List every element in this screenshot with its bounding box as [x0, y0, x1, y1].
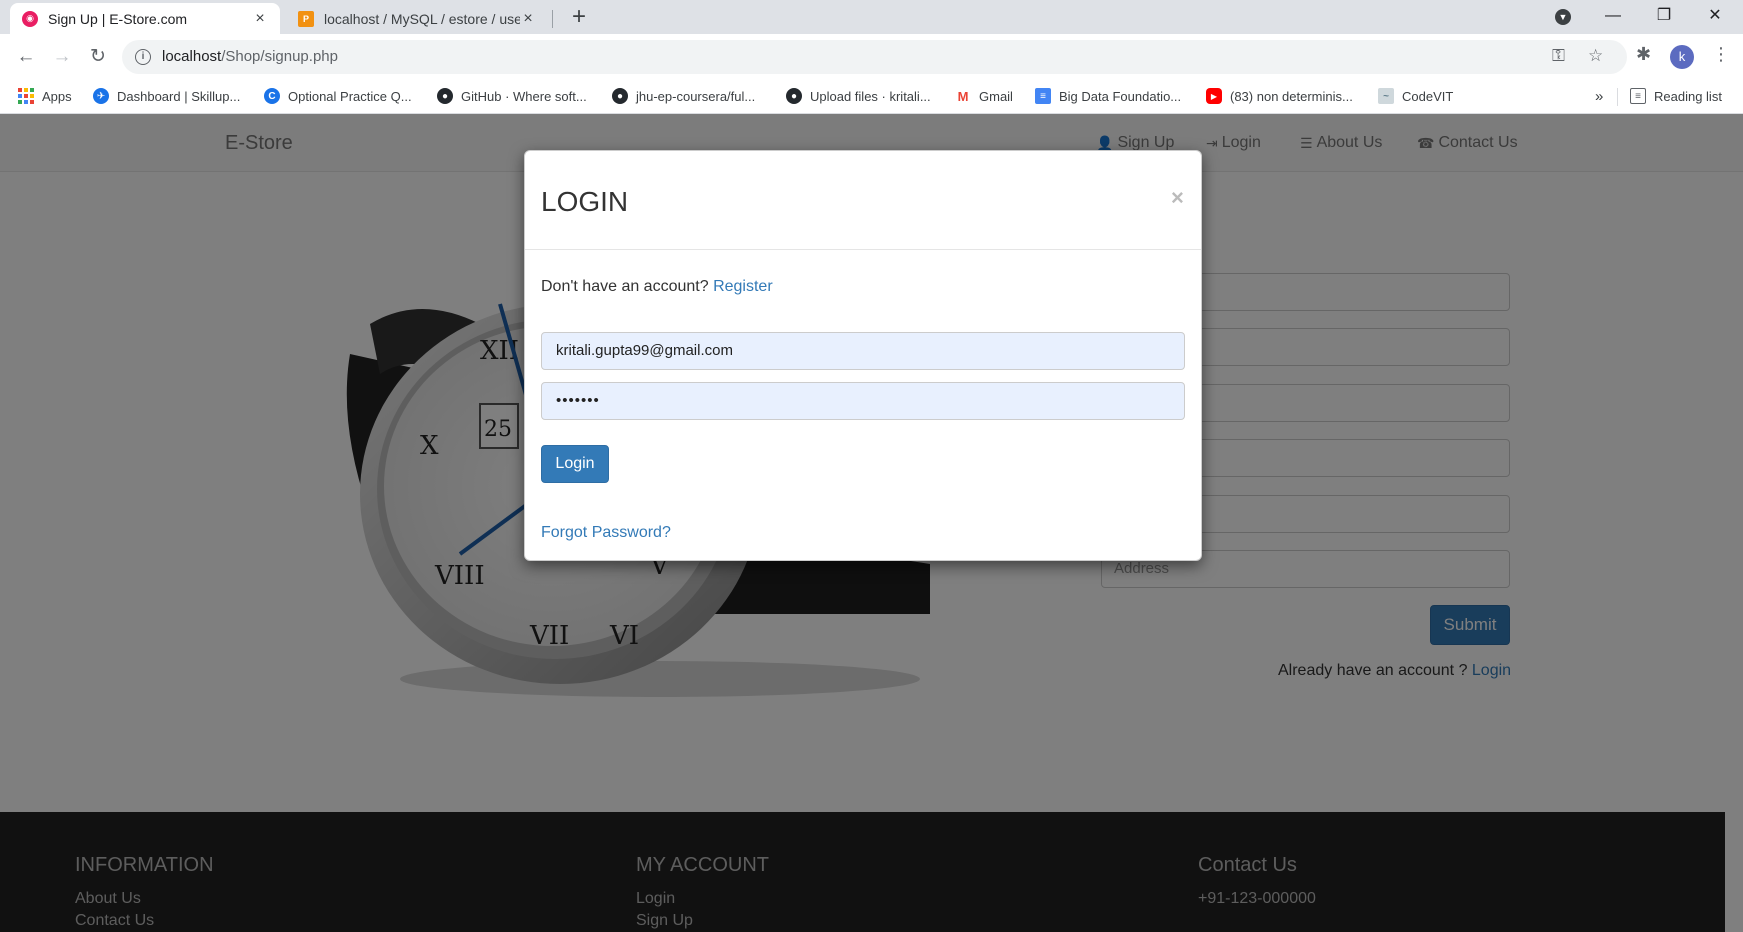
more-bookmarks-button[interactable]: »	[1595, 88, 1603, 105]
bookmarks-bar: Apps ✈ Dashboard | Skillup... C Optional…	[0, 80, 1743, 114]
youtube-icon: ▶	[1206, 88, 1222, 104]
bookmark-label: Dashboard | Skillup...	[117, 88, 241, 104]
close-tab-icon[interactable]: ×	[252, 10, 268, 28]
bookmark-label: Optional Practice Q...	[288, 88, 412, 104]
github-icon: ●	[437, 88, 453, 104]
tab-search-icon[interactable]: ▼	[1540, 0, 1586, 34]
url-text: localhost/Shop/signup.php	[162, 48, 338, 65]
login-modal: LOGIN × Don't have an account? Register …	[524, 150, 1202, 561]
password-field[interactable]: •••••••	[541, 382, 1185, 420]
skillup-icon: ✈	[93, 88, 109, 104]
site-info-icon[interactable]: i	[135, 49, 151, 65]
bookmark-jhu[interactable]: ● jhu-ep-coursera/ful...	[612, 88, 755, 104]
minimize-button[interactable]: —	[1590, 0, 1636, 34]
browser-tab-bar: ◉ Sign Up | E-Store.com × P localhost / …	[0, 0, 1743, 34]
forward-button[interactable]: →	[48, 43, 76, 71]
bookmarks-divider	[1617, 88, 1618, 106]
bookmark-label: GitHub · Where soft...	[461, 88, 587, 104]
browser-toolbar: ← → ↻ i localhost/Shop/signup.php ⚿ ☆ ✱ …	[0, 34, 1743, 80]
bookmark-label: jhu-ep-coursera/ful...	[636, 88, 756, 104]
reading-list-button[interactable]: ≡ Reading list	[1630, 88, 1722, 104]
phpmyadmin-favicon-icon: P	[298, 10, 314, 27]
email-value: kritali.gupta99@gmail.com	[556, 342, 733, 359]
bookmark-bigdata[interactable]: ≡ Big Data Foundatio...	[1035, 88, 1181, 104]
bookmark-practice[interactable]: C Optional Practice Q...	[264, 88, 412, 104]
bookmark-label: Upload files · kritali...	[810, 88, 931, 104]
bookmark-star-icon[interactable]: ☆	[1588, 46, 1603, 66]
reading-list-label: Reading list	[1654, 88, 1722, 104]
new-tab-button[interactable]: +	[566, 4, 592, 30]
modal-title: LOGIN	[541, 186, 629, 217]
login-button[interactable]: Login	[541, 445, 609, 483]
bookmark-codevit[interactable]: ~ CodeVIT	[1378, 88, 1453, 104]
modal-header: LOGIN ×	[525, 151, 1201, 250]
codevit-icon: ~	[1378, 88, 1394, 104]
gmail-icon: M	[955, 88, 971, 104]
github-icon: ●	[786, 88, 802, 104]
bookmark-apps[interactable]: Apps	[18, 88, 72, 104]
bookmark-label: Apps	[42, 88, 72, 104]
bookmark-github[interactable]: ● GitHub · Where soft...	[437, 88, 587, 104]
github-icon: ●	[612, 88, 628, 104]
tab-title: localhost / MySQL / estore / user	[324, 10, 520, 27]
password-key-icon[interactable]: ⚿	[1552, 46, 1565, 66]
url-host: localhost	[162, 48, 222, 65]
forgot-password-link[interactable]: Forgot Password?	[541, 524, 671, 542]
bookmark-label: (83) non determinis...	[1230, 88, 1353, 104]
bookmark-youtube[interactable]: ▶ (83) non determinis...	[1206, 88, 1353, 104]
apps-grid-icon	[18, 88, 34, 104]
bookmark-label: CodeVIT	[1402, 88, 1454, 104]
docs-icon: ≡	[1035, 88, 1051, 104]
bookmark-label: Gmail	[979, 88, 1013, 104]
bookmark-gmail[interactable]: M Gmail	[955, 88, 1013, 104]
profile-avatar[interactable]: k	[1670, 45, 1694, 69]
register-link[interactable]: Register	[713, 278, 773, 295]
no-account-label: Don't have an account?	[541, 278, 714, 295]
tab-separator	[552, 10, 553, 28]
tab-signup[interactable]: ◉ Sign Up | E-Store.com ×	[10, 3, 280, 34]
close-tab-icon[interactable]: ×	[520, 10, 536, 28]
restore-button[interactable]: ❐	[1641, 0, 1687, 34]
tab-phpmyadmin[interactable]: P localhost / MySQL / estore / user ×	[288, 3, 546, 34]
google-c-icon: C	[264, 88, 280, 104]
address-bar[interactable]: i localhost/Shop/signup.php ⚿ ☆	[122, 40, 1627, 74]
tab-title: Sign Up | E-Store.com	[48, 10, 188, 27]
close-icon[interactable]: ×	[1171, 185, 1184, 211]
bookmark-upload[interactable]: ● Upload files · kritali...	[786, 88, 931, 104]
back-button[interactable]: ←	[12, 43, 40, 71]
page-viewport: E-Store 👤Sign Up ⇥Login ☰About Us ☎Conta…	[0, 114, 1743, 932]
email-field[interactable]: kritali.gupta99@gmail.com	[541, 332, 1185, 370]
estore-favicon-icon: ◉	[22, 10, 38, 27]
reading-list-icon: ≡	[1630, 88, 1646, 104]
browser-menu-icon[interactable]: ⋮	[1712, 44, 1730, 65]
close-window-button[interactable]: ✕	[1692, 0, 1738, 34]
bookmark-label: Big Data Foundatio...	[1059, 88, 1182, 104]
bookmark-skillup[interactable]: ✈ Dashboard | Skillup...	[93, 88, 240, 104]
password-value: •••••••	[556, 392, 600, 409]
reload-button[interactable]: ↻	[84, 43, 112, 71]
no-account-text: Don't have an account? Register	[541, 278, 773, 296]
extensions-puzzle-icon[interactable]: ✱	[1636, 44, 1651, 65]
url-path: /Shop/signup.php	[221, 48, 338, 65]
